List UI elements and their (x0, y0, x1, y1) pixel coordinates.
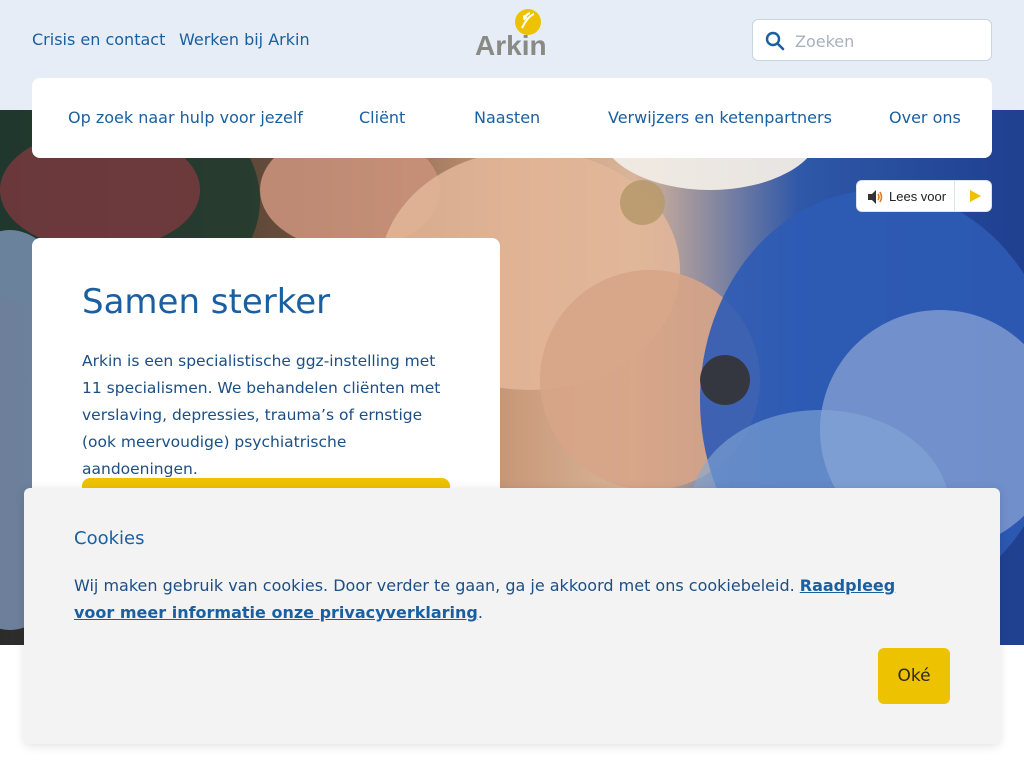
speaker-icon (868, 190, 883, 204)
nav-item-hulp-voor-jezelf[interactable]: Op zoek naar hulp voor jezelf (68, 108, 303, 127)
werken-bij-link[interactable]: Werken bij Arkin (179, 30, 310, 49)
cookie-banner: Cookies Wij maken gebruik van cookies. D… (24, 488, 1000, 744)
cookie-text-body: Wij maken gebruik van cookies. Door verd… (74, 576, 800, 595)
cookie-title: Cookies (74, 528, 145, 549)
search-icon[interactable] (765, 31, 785, 51)
play-icon[interactable] (968, 189, 982, 203)
nav-item-over-ons[interactable]: Over ons (889, 108, 961, 127)
accept-cookies-button[interactable]: Oké (878, 648, 950, 704)
search-box[interactable] (752, 19, 992, 61)
nav-item-verwijzers[interactable]: Verwijzers en ketenpartners (608, 108, 832, 127)
main-nav: Op zoek naar hulp voor jezelf Cliënt Naa… (32, 78, 992, 158)
cookie-text: Wij maken gebruik van cookies. Door verd… (74, 572, 934, 626)
cookie-text-end: . (477, 603, 483, 622)
hero-title: Samen sterker (82, 282, 331, 322)
arkin-logo[interactable]: Arkin (470, 8, 560, 64)
hero-card: Samen sterker Arkin is een specialistisc… (32, 238, 500, 498)
crisis-contact-link[interactable]: Crisis en contact (32, 30, 165, 49)
hero-text: Arkin is een specialistische ggz-instell… (82, 352, 441, 478)
nav-item-naasten[interactable]: Naasten (474, 108, 540, 127)
search-input[interactable] (795, 28, 980, 54)
nav-item-client[interactable]: Cliënt (359, 108, 405, 127)
logo-text: Arkin (475, 30, 547, 61)
readspeaker-widget[interactable]: Lees voor (856, 180, 992, 212)
readspeaker-label[interactable]: Lees voor (889, 189, 946, 204)
readspeaker-divider (954, 181, 955, 211)
